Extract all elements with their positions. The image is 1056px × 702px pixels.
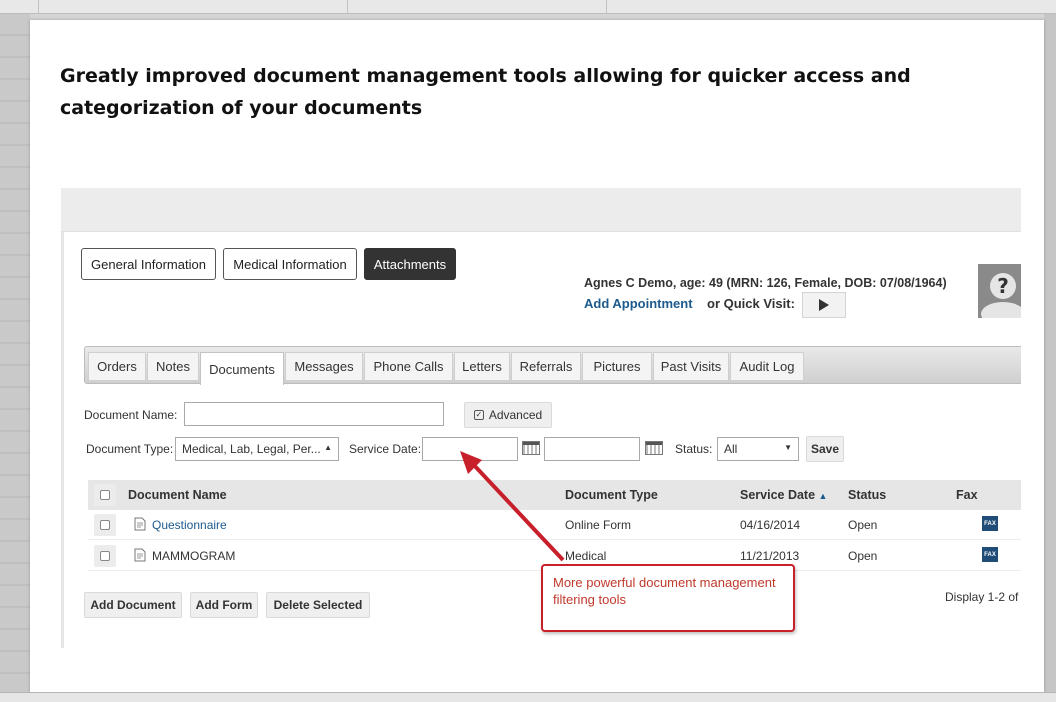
- sort-ascending-icon: ▲: [818, 491, 828, 501]
- avatar[interactable]: ?: [978, 264, 1021, 318]
- slide-headline: Greatly improved document management too…: [60, 65, 911, 119]
- document-type-label: Document Type:: [86, 442, 174, 456]
- tab-pictures[interactable]: Pictures: [582, 352, 652, 380]
- status-cell: Open: [848, 549, 878, 563]
- column-document-type[interactable]: Document Type: [565, 488, 658, 502]
- toolbar-divider: [38, 0, 39, 14]
- fax-icon[interactable]: FAX: [982, 516, 998, 531]
- quick-visit-play-button[interactable]: [802, 292, 846, 318]
- status-cell: Open: [848, 518, 878, 532]
- tab-notes[interactable]: Notes: [147, 352, 199, 380]
- document-icon: [134, 517, 146, 531]
- display-count: Display 1-2 of 2: [945, 590, 1021, 604]
- status-select[interactable]: All ▼: [717, 437, 799, 461]
- add-appointment-link[interactable]: Add Appointment: [584, 296, 693, 311]
- documents-table-header: Document Name Document Type Service Date…: [88, 480, 1021, 510]
- play-icon: [819, 299, 829, 311]
- service-date-cell: 04/16/2014: [740, 518, 801, 532]
- document-icon: [134, 548, 146, 562]
- calendar-icon[interactable]: [645, 441, 663, 455]
- document-type-cell: Online Form: [565, 518, 632, 532]
- tab-past-visits[interactable]: Past Visits: [653, 352, 729, 380]
- service-date-cell: 11/21/2013: [740, 549, 800, 563]
- document-name-link[interactable]: Questionnaire: [152, 518, 227, 532]
- service-date-label: Service Date:: [349, 442, 422, 456]
- document-name-cell[interactable]: MAMMOGRAM: [152, 549, 235, 563]
- attachments-button[interactable]: Attachments: [364, 248, 456, 280]
- svg-text:?: ?: [997, 274, 1009, 298]
- select-all-checkbox[interactable]: [94, 484, 116, 506]
- save-button[interactable]: Save: [806, 436, 844, 462]
- document-type-value: Medical, Lab, Legal, Per...: [182, 442, 321, 456]
- document-type-cell: Medical: [565, 549, 607, 563]
- column-service-date[interactable]: Service Date ▲: [740, 488, 827, 502]
- caret-down-icon: ▼: [784, 443, 792, 452]
- advanced-toggle-button[interactable]: ✓ Advanced: [464, 402, 552, 428]
- quick-visit-label: or Quick Visit:: [707, 296, 795, 311]
- general-information-button[interactable]: General Information: [81, 248, 216, 280]
- tab-audit-log[interactable]: Audit Log: [730, 352, 804, 380]
- tab-letters[interactable]: Letters: [454, 352, 510, 380]
- caret-up-icon: ▲: [324, 443, 332, 452]
- table-row[interactable]: Questionnaire Online Form 04/16/2014 Ope…: [88, 510, 1021, 540]
- document-type-select[interactable]: Medical, Lab, Legal, Per... ▲: [175, 437, 339, 461]
- calendar-icon[interactable]: [522, 441, 540, 455]
- column-service-date-label: Service Date: [740, 488, 816, 502]
- add-form-button[interactable]: Add Form: [190, 592, 258, 618]
- column-status[interactable]: Status: [848, 488, 886, 502]
- status-label: Status:: [675, 442, 713, 456]
- presentation-slide: Greatly improved document management too…: [30, 20, 1044, 692]
- chart-tab-bar: Orders Notes Documents Messages Phone Ca…: [84, 346, 1021, 385]
- tab-orders[interactable]: Orders: [88, 352, 146, 380]
- tab-phone-calls[interactable]: Phone Calls: [364, 352, 453, 380]
- annotation-callout: More powerful document management filter…: [541, 564, 795, 632]
- medical-information-button[interactable]: Medical Information: [223, 248, 357, 280]
- patient-summary: Agnes C Demo, age: 49 (MRN: 126, Female,…: [584, 276, 947, 290]
- slide-thumbnail-gutter: [0, 14, 30, 692]
- service-date-to-input[interactable]: [544, 437, 640, 461]
- document-name-input[interactable]: [184, 402, 444, 426]
- app-header-bar: [61, 188, 1021, 232]
- status-bar: [0, 692, 1056, 702]
- window-top-bar: [0, 0, 1056, 14]
- column-document-name[interactable]: Document Name: [128, 488, 227, 502]
- tab-documents[interactable]: Documents: [200, 352, 284, 385]
- column-fax: Fax: [956, 488, 978, 502]
- vertical-scrollbar[interactable]: [1044, 14, 1056, 692]
- unknown-person-icon: ?: [978, 264, 1021, 318]
- row-checkbox[interactable]: [94, 545, 116, 567]
- fax-icon[interactable]: FAX: [982, 547, 998, 562]
- advanced-label: Advanced: [488, 408, 543, 422]
- row-checkbox[interactable]: [94, 514, 116, 536]
- service-date-from-input[interactable]: [422, 437, 518, 461]
- toolbar-divider: [347, 0, 348, 14]
- document-name-label: Document Name:: [84, 408, 178, 422]
- tab-referrals[interactable]: Referrals: [511, 352, 581, 380]
- delete-selected-button[interactable]: Delete Selected: [266, 592, 370, 618]
- status-value: All: [724, 442, 738, 456]
- toolbar-divider: [606, 0, 607, 14]
- add-document-button[interactable]: Add Document: [84, 592, 182, 618]
- advanced-checkbox-icon: ✓: [473, 410, 484, 420]
- tab-messages[interactable]: Messages: [285, 352, 363, 380]
